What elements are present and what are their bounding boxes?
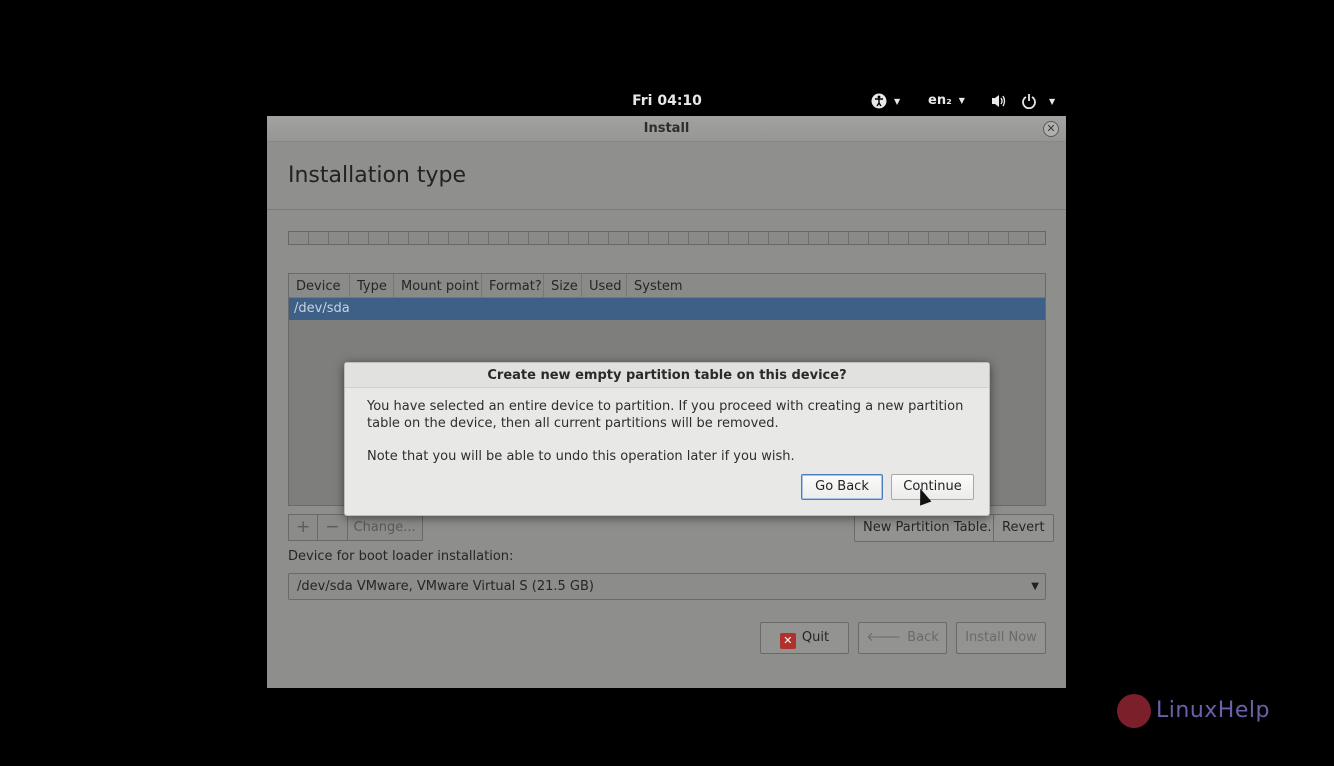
- back-arrow-icon: 🡐: [866, 630, 902, 645]
- top-panel: Fri 04:10 ▼ en₂ ▼ ▼: [0, 88, 1334, 116]
- partition-bar: [288, 231, 1046, 245]
- chevron-down-icon: ▼: [1031, 581, 1039, 592]
- quit-label: Quit: [801, 630, 830, 645]
- table-toolbar: + − Change...: [288, 514, 423, 541]
- column-mount-point[interactable]: Mount point: [394, 274, 482, 298]
- window-titlebar: Install ✕: [267, 116, 1066, 142]
- close-icon: ✕: [1046, 122, 1056, 135]
- change-partition-button[interactable]: Change...: [348, 515, 422, 540]
- dialog-note: Note that you will be able to undo this …: [367, 449, 795, 464]
- back-button[interactable]: 🡐 Back: [858, 622, 947, 654]
- page-title: Installation type: [288, 163, 466, 188]
- quit-icon: ✕: [779, 633, 796, 649]
- clock[interactable]: Fri 04:10: [622, 93, 712, 109]
- volume-icon: [992, 95, 1006, 107]
- add-partition-button[interactable]: +: [289, 515, 319, 540]
- chevron-down-icon: ▼: [894, 96, 901, 106]
- column-type[interactable]: Type: [350, 274, 394, 298]
- chevron-down-icon: ▼: [958, 96, 965, 105]
- table-row[interactable]: /dev/sda: [289, 298, 1045, 320]
- language-label: en₂: [928, 93, 952, 108]
- linuxhelp-logo-icon: [1117, 694, 1151, 728]
- dialog-title: Create new empty partition table on this…: [345, 363, 989, 388]
- go-back-button[interactable]: Go Back: [801, 474, 883, 500]
- partition-table-dialog: Create new empty partition table on this…: [344, 362, 990, 516]
- power-icon: [1022, 94, 1036, 109]
- accessibility-icon: [871, 93, 887, 109]
- back-label: Back: [907, 630, 939, 645]
- boot-loader-label: Device for boot loader installation:: [288, 549, 514, 564]
- accessibility-menu[interactable]: ▼: [871, 93, 900, 109]
- new-partition-table-button[interactable]: New Partition Table...: [854, 514, 1009, 542]
- watermark-text: LinuxHelp: [1156, 698, 1270, 723]
- column-size[interactable]: Size: [544, 274, 582, 298]
- install-now-button[interactable]: Install Now: [956, 622, 1046, 654]
- dialog-message: You have selected an entire device to pa…: [367, 399, 964, 431]
- table-header: Device Type Mount point Format? Size Use…: [289, 274, 1045, 298]
- column-format[interactable]: Format?: [482, 274, 544, 298]
- power-menu[interactable]: ▼: [1021, 93, 1055, 109]
- chevron-down-icon: ▼: [1049, 96, 1056, 106]
- revert-button[interactable]: Revert: [993, 514, 1054, 542]
- column-system[interactable]: System: [627, 274, 687, 298]
- boot-loader-value: /dev/sda VMware, VMware Virtual S (21.5 …: [297, 579, 594, 594]
- language-menu[interactable]: en₂ ▼: [928, 93, 965, 108]
- continue-button[interactable]: Continue: [891, 474, 974, 500]
- volume-menu[interactable]: [991, 93, 1009, 109]
- quit-button[interactable]: ✕ Quit: [760, 622, 849, 654]
- column-used[interactable]: Used: [582, 274, 627, 298]
- column-device[interactable]: Device: [289, 274, 350, 298]
- window-title: Install: [643, 121, 690, 136]
- close-button[interactable]: ✕: [1043, 121, 1059, 137]
- boot-loader-select[interactable]: /dev/sda VMware, VMware Virtual S (21.5 …: [288, 573, 1046, 600]
- remove-partition-button[interactable]: −: [318, 515, 348, 540]
- linuxhelp-watermark: LinuxHelp: [1116, 692, 1281, 732]
